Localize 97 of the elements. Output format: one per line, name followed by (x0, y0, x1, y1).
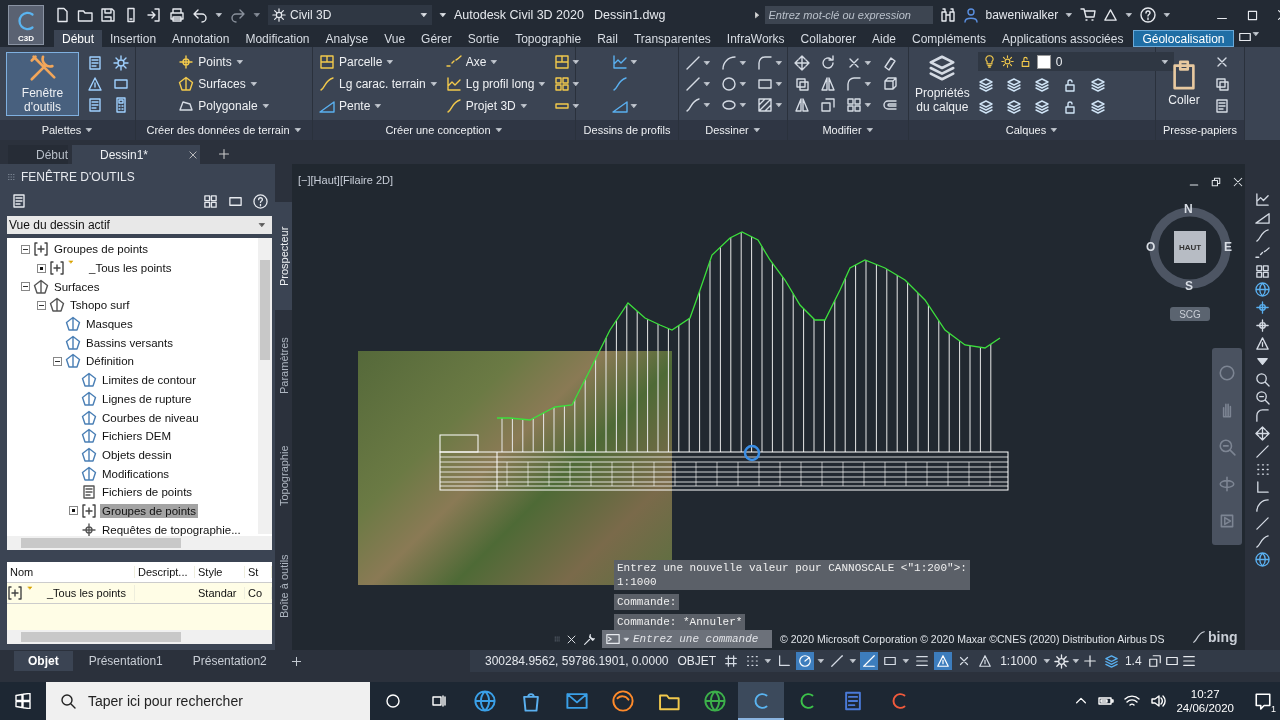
ribbon-tab[interactable]: Modification (237, 30, 318, 47)
layout-tab[interactable]: Présentation1 (74, 651, 177, 671)
tree-item[interactable]: Surfaces (52, 279, 102, 294)
ribbon-tab[interactable]: InfraWorks (718, 30, 793, 47)
ribbon-tab[interactable]: Insertion (102, 30, 165, 47)
view-dropdown[interactable]: Vue du dessin actif (7, 216, 272, 234)
ucs-menu[interactable]: SCG (1170, 307, 1210, 321)
tree-item[interactable]: Définition (84, 354, 136, 369)
command-input[interactable]: Entrez une commande (602, 630, 772, 648)
table-cell: Standar (195, 587, 245, 599)
column-header[interactable]: Style (195, 566, 245, 578)
compass-letter[interactable]: O (1146, 240, 1156, 254)
ribbon-tab[interactable]: Transparentes (625, 30, 719, 47)
ribbon-tab[interactable]: Sortie (459, 30, 508, 47)
tree-item[interactable]: Modifications (100, 466, 172, 481)
ribbon-tab[interactable]: Applications associées (994, 30, 1132, 47)
map-logo-text: bing (1208, 629, 1238, 645)
file-name: Dessin1.dwg (593, 8, 666, 22)
column-header[interactable]: Nom (7, 566, 135, 578)
tree-item[interactable]: Courbes de niveau (100, 410, 201, 425)
search-field[interactable]: Entrez mot-clé ou expression (764, 6, 933, 24)
ribbon-tab[interactable]: Début (54, 30, 103, 47)
panel-title[interactable]: Presse-papiers (1156, 120, 1244, 140)
ribbon-tab[interactable]: Gérer (413, 30, 460, 47)
ribbon-tab[interactable]: Géolocalisation (1133, 30, 1234, 47)
layout-tab[interactable]: Objet (14, 651, 73, 671)
map-attribution: © 2020 Microsoft Corporation © 2020 Maxar ©CNES (2020) Distribution Airbus DS (780, 633, 1165, 645)
command-button[interactable]: Pente (319, 97, 438, 114)
tree-item[interactable]: Fichiers DEM (100, 429, 173, 444)
clock-time[interactable]: 10:27 (1190, 687, 1220, 701)
model-space-button[interactable]: OBJET (674, 653, 720, 669)
tree-item[interactable]: Tshopo surf (68, 298, 132, 313)
command-button[interactable]: Lg profil long (445, 75, 547, 92)
ribbon-tab[interactable]: Annotation (164, 30, 238, 47)
compass-letter[interactable]: N (1184, 202, 1193, 216)
clock-date[interactable]: 24/06/2020 (1176, 701, 1234, 715)
panel-title[interactable]: Palettes (0, 120, 135, 140)
search-box[interactable]: Taper ici pour rechercher (46, 682, 370, 720)
panel-title[interactable]: Créer des données de terrain (136, 120, 312, 140)
tree-item[interactable]: Groupes de points (100, 503, 198, 518)
side-tab[interactable]: Prospecteur (275, 202, 292, 310)
table-cell: Co (245, 587, 272, 599)
command-button[interactable]: Lg carac. terrain (319, 75, 438, 92)
app-menu-button[interactable]: C3D (8, 5, 44, 45)
panel-title[interactable]: Calques (909, 120, 1155, 140)
notification-count: 1 (1271, 704, 1276, 714)
tree-item[interactable]: Groupes de points (52, 242, 150, 257)
workspace-dropdown[interactable]: Civil 3D (268, 5, 432, 25)
coordinates: 300284.9562, 59786.1901, 0.0000 (484, 653, 670, 669)
file-tab[interactable]: Début (8, 145, 68, 164)
layer-dropdown[interactable]: 0 (977, 52, 1174, 71)
layer-properties-button[interactable]: Propriétés du calque (915, 53, 970, 114)
compass-letter[interactable]: S (1185, 279, 1193, 293)
tree-item[interactable]: Masques (84, 317, 135, 332)
viewport-label[interactable]: [−][Haut][Filaire 2D] (298, 174, 394, 186)
ribbon-tab[interactable]: Aide (863, 30, 904, 47)
command-history-text: Commande: *Annuler* (614, 614, 746, 630)
command-button[interactable]: Axe (445, 53, 547, 70)
file-tab[interactable]: Dessin1* (72, 145, 200, 164)
tree-item[interactable]: Requêtes de topographie... (100, 522, 243, 536)
ribbon-tab[interactable]: Analyse (317, 30, 377, 47)
annotation-scale-button[interactable]: 1:1000 (997, 653, 1040, 669)
command-button[interactable]: Projet 3D (445, 97, 547, 114)
taskbar-search-field[interactable]: Taper ici pour rechercher (88, 693, 358, 709)
viewcube-face[interactable]: HAUT (1174, 231, 1206, 263)
ribbon-tab[interactable]: Compléments (904, 30, 995, 47)
tree-item[interactable]: Fichiers de points (100, 485, 195, 500)
command-button[interactable]: Polygonale (178, 97, 270, 114)
column-header[interactable]: Descript... (135, 566, 195, 578)
command-button[interactable]: Parcelle (319, 53, 438, 70)
command-history-text: Commande: (614, 594, 680, 610)
tree-item[interactable]: Lignes de rupture (100, 391, 194, 406)
tree-item[interactable]: _Tous les points (87, 261, 174, 276)
command-field[interactable]: Entrez une commande (633, 633, 772, 645)
command-button[interactable]: Surfaces (178, 75, 270, 92)
command-history-text: Entrez une nouvelle valeur pour CANNOSCALE <"1:200">: 1:1000 (614, 560, 970, 590)
tree-item[interactable]: Bassins versants (84, 335, 175, 350)
command-button[interactable]: Points (178, 53, 270, 70)
user-name[interactable]: baweniwalker (985, 8, 1059, 22)
panel-title[interactable]: Modifier (788, 120, 908, 140)
table-cell: _Tous les points (47, 587, 126, 599)
scale-factor: 1.4 (1123, 653, 1143, 669)
palette-title: FENÊTRE D'OUTILS (21, 170, 135, 184)
tree-item[interactable]: Objets dessin (100, 447, 174, 462)
window-title: Autodesk Civil 3D 2020 (454, 8, 584, 22)
layout-tab[interactable]: Présentation2 (178, 651, 281, 671)
tree-item[interactable]: Limites de contour (100, 373, 198, 388)
panel-title[interactable]: Dessiner (679, 120, 787, 140)
panel-title[interactable]: Créer une conception (313, 120, 575, 140)
ribbon-tab[interactable]: Rail (589, 30, 626, 47)
compass-letter[interactable]: E (1224, 240, 1232, 254)
toolspace-button[interactable]: Fenêtre d'outils (6, 51, 79, 116)
column-header[interactable]: St (245, 566, 272, 578)
ribbon-tab[interactable]: Topographie (507, 30, 590, 47)
panel-title[interactable]: Dessins de profils (576, 120, 678, 140)
ribbon-tab[interactable]: Vue (376, 30, 414, 47)
ribbon-tab[interactable]: Collaborer (792, 30, 864, 47)
